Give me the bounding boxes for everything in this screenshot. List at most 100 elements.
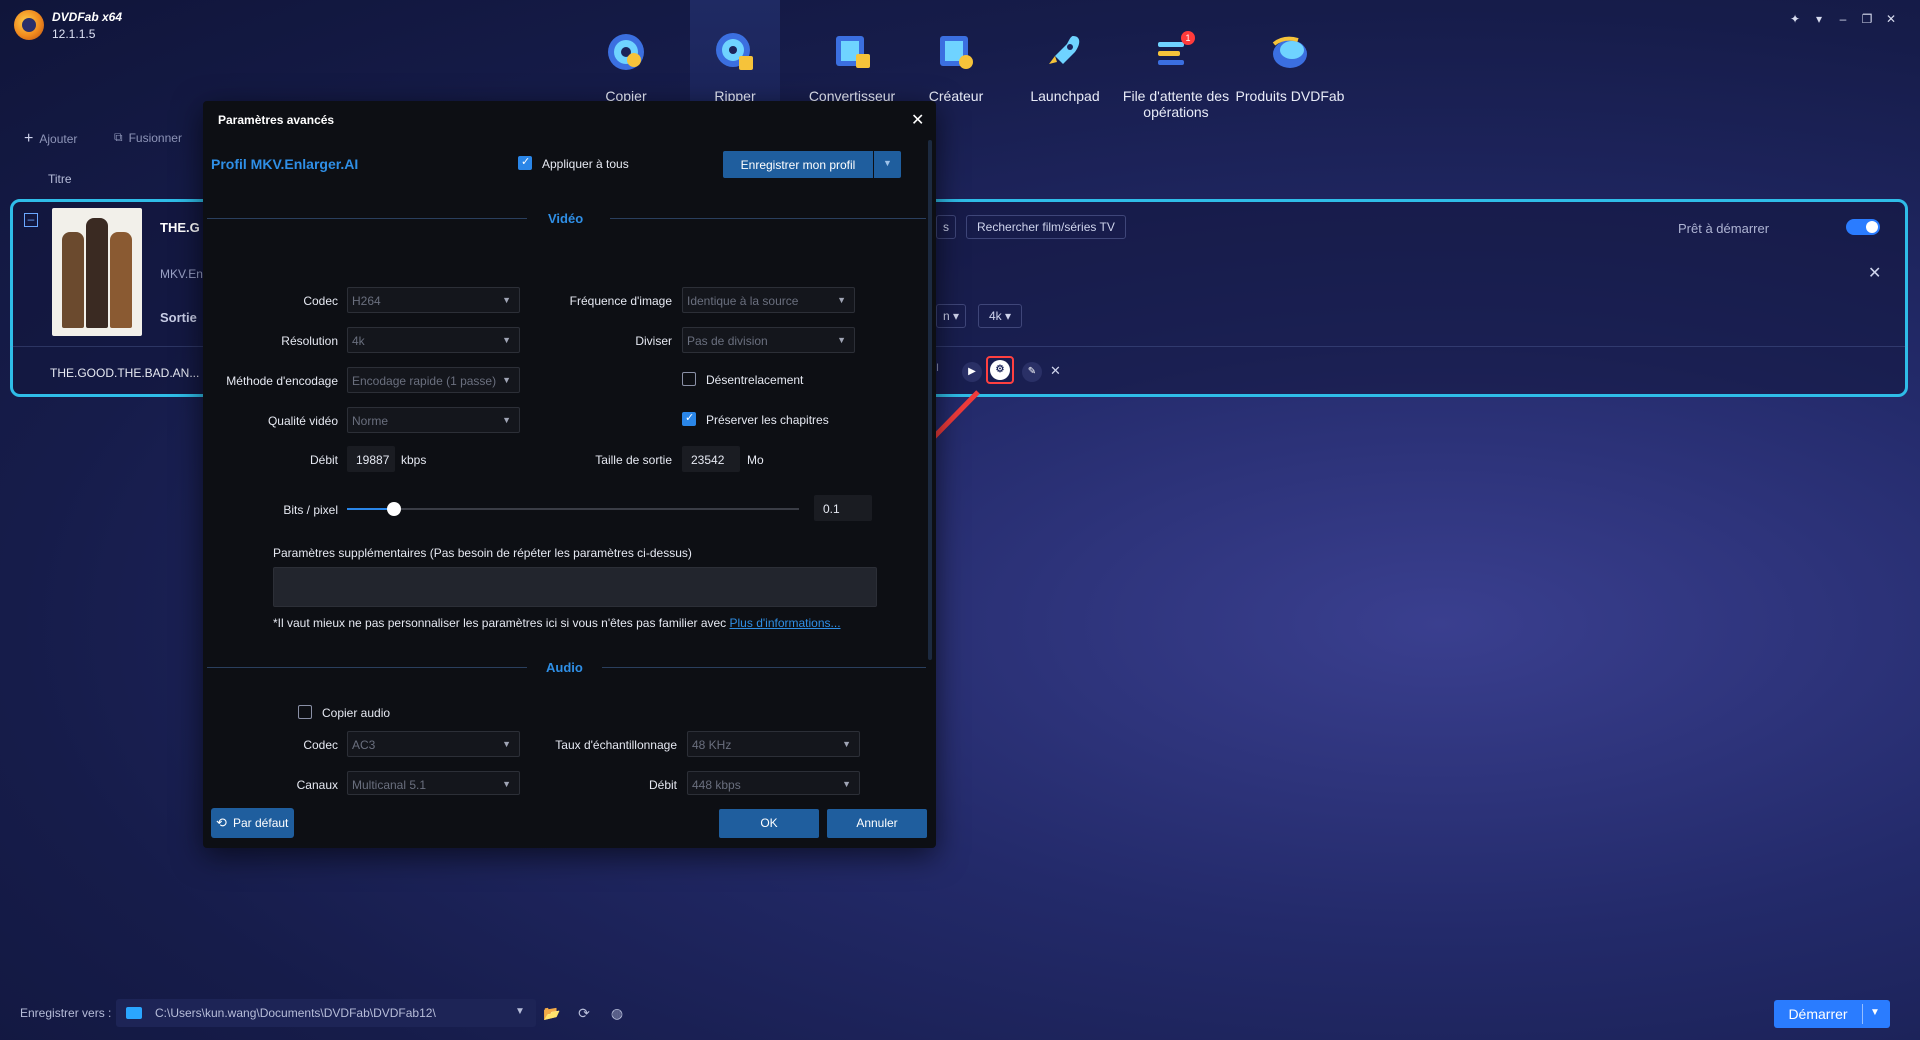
- enable-toggle[interactable]: [1846, 219, 1880, 235]
- preserve-chapters-checkbox[interactable]: [682, 411, 696, 426]
- video-section-title: Vidéo: [548, 211, 584, 226]
- chip-resolution-partial[interactable]: n ▾: [936, 304, 967, 328]
- encoding-method-label: Méthode d'encodage: [226, 374, 338, 388]
- nav-createur[interactable]: Créateur: [912, 0, 1000, 112]
- default-button[interactable]: ⟲ Par défaut: [211, 808, 294, 838]
- copy-audio-label: Copier audio: [322, 706, 391, 720]
- bitrate-label: Débit: [309, 453, 338, 467]
- save-profile-button[interactable]: Enregistrer mon profil ▼: [723, 151, 901, 178]
- chevron-down-icon[interactable]: ▼: [515, 1006, 525, 1017]
- refresh-icon[interactable]: ⟳: [575, 1004, 593, 1022]
- task-profile: MKV.En: [160, 267, 203, 281]
- deinterlace-checkbox[interactable]: [682, 372, 696, 386]
- nav-label: File d'attente des opérations: [1122, 88, 1230, 120]
- open-folder-icon[interactable]: 📂: [543, 1004, 561, 1022]
- nav-launchpad[interactable]: Launchpad: [1020, 0, 1110, 112]
- chevron-down-icon: ▼: [837, 335, 846, 345]
- split-label: Diviser: [635, 334, 672, 348]
- video-codec-select[interactable]: H264 ▼: [347, 287, 520, 313]
- bitrate-input[interactable]: 19887: [347, 446, 395, 472]
- chip-partial[interactable]: s: [936, 215, 956, 239]
- audio-section-title: Audio: [546, 660, 583, 675]
- chevron-down-icon[interactable]: ▼: [883, 158, 892, 168]
- output-size-label: Taille de sortie: [595, 453, 672, 467]
- video-codec-label: Codec: [303, 294, 338, 308]
- nav-copier[interactable]: Copier: [582, 0, 670, 112]
- chevron-down-icon: ▼: [502, 739, 511, 749]
- nav-label: Launchpad: [1030, 88, 1100, 104]
- search-movie-button[interactable]: Rechercher film/séries TV: [966, 215, 1126, 239]
- task-file-name: THE.GOOD.THE.BAD.AN...: [50, 366, 200, 380]
- save-to-label: Enregistrer vers :: [20, 1006, 112, 1020]
- chevron-down-icon: ▼: [502, 415, 511, 425]
- ok-button[interactable]: OK: [719, 809, 819, 838]
- fps-select[interactable]: Identique à la source ▼: [682, 287, 855, 313]
- video-quality-select[interactable]: Norme ▼: [347, 407, 520, 433]
- bits-per-pixel-input[interactable]: 0.1: [814, 495, 872, 521]
- chevron-down-icon[interactable]: ▼: [1870, 1007, 1880, 1018]
- copy-audio-checkbox[interactable]: [298, 705, 312, 719]
- chevron-down-icon: ▼: [842, 739, 851, 749]
- film-create-icon: [940, 36, 973, 69]
- merge-button[interactable]: ⧉ Fusionner: [114, 130, 182, 145]
- nav-products[interactable]: Produits DVDFab: [1232, 0, 1348, 112]
- output-size-input[interactable]: 23542: [682, 446, 740, 472]
- chevron-down-icon: ▼: [502, 335, 511, 345]
- start-button[interactable]: Démarrer ▼: [1774, 1000, 1890, 1028]
- resolution-select[interactable]: 4k ▼: [347, 327, 520, 353]
- queue-icon: 1: [1158, 31, 1195, 65]
- remove-task-icon[interactable]: ✕: [1868, 263, 1881, 283]
- bits-per-pixel-slider[interactable]: [347, 508, 799, 510]
- edit-icon[interactable]: ✎: [1022, 362, 1042, 382]
- video-quality-label: Qualité vidéo: [267, 414, 338, 428]
- extra-params-label: Paramètres supplémentaires (Pas besoin d…: [273, 546, 692, 560]
- slider-handle[interactable]: [387, 502, 401, 516]
- encoding-method-select[interactable]: Encodage rapide (1 passe) ▼: [347, 367, 520, 393]
- extra-params-input[interactable]: [273, 567, 877, 607]
- globe-icon[interactable]: ◍: [608, 1004, 626, 1022]
- queue-badge: 1: [1185, 33, 1190, 43]
- close-icon[interactable]: ✕: [911, 110, 924, 130]
- resolution-label: Résolution: [281, 334, 338, 348]
- cancel-button[interactable]: Annuler: [827, 809, 927, 838]
- nav-ripper[interactable]: Ripper: [690, 0, 780, 112]
- nav-convertisseur[interactable]: Convertisseur: [800, 0, 904, 112]
- chevron-down-icon: ▼: [502, 295, 511, 305]
- advice-note: *Il vaut mieux ne pas personnaliser les …: [273, 616, 841, 630]
- nav-queue[interactable]: 1 File d'attente des opérations: [1118, 0, 1234, 120]
- chevron-down-icon: ▼: [842, 779, 851, 789]
- column-title: Titre: [48, 172, 72, 186]
- channels-select[interactable]: Multicanal 5.1 ▼: [347, 771, 520, 795]
- delete-icon[interactable]: ✕: [1050, 363, 1061, 379]
- apply-all-checkbox[interactable]: [518, 155, 532, 170]
- disc-rip-icon: [716, 33, 753, 70]
- audio-codec-select[interactable]: AC3 ▼: [347, 731, 520, 757]
- deinterlace-label: Désentrelacement: [706, 373, 804, 387]
- disc-copy-icon: [608, 34, 644, 70]
- chip-4k[interactable]: 4k ▾: [978, 304, 1023, 328]
- output-path: C:\Users\kun.wang\Documents\DVDFab\DVDFa…: [155, 1006, 436, 1020]
- apply-all-label: Appliquer à tous: [542, 157, 629, 171]
- split-select[interactable]: Pas de division ▼: [682, 327, 855, 353]
- chevron-down-icon: ▼: [502, 375, 511, 385]
- add-button[interactable]: + Ajouter: [24, 130, 77, 148]
- status-text: Prêt à démarrer: [1678, 221, 1770, 236]
- advanced-settings-icon[interactable]: ⚙: [990, 360, 1010, 380]
- bitrate-unit: kbps: [401, 453, 427, 467]
- channels-label: Canaux: [296, 778, 338, 792]
- sample-rate-select[interactable]: 48 KHz ▼: [687, 731, 860, 757]
- collapse-icon[interactable]: –: [24, 213, 38, 227]
- film-convert-icon: [836, 36, 870, 68]
- audio-bitrate-select[interactable]: 448 kbps ▼: [687, 771, 860, 795]
- output-label: Sortie: [160, 310, 197, 325]
- chevron-down-icon: ▼: [837, 295, 846, 305]
- chevron-down-icon: ▼: [502, 779, 511, 789]
- nav-label: Produits DVDFab: [1235, 88, 1345, 104]
- play-icon[interactable]: ▶: [962, 362, 982, 382]
- more-info-link[interactable]: Plus d'informations...: [730, 616, 841, 630]
- audio-bitrate-label: Débit: [648, 778, 677, 792]
- dialog-scrollbar[interactable]: [928, 140, 932, 660]
- movie-poster: [52, 208, 142, 336]
- sample-rate-label: Taux d'échantillonnage: [555, 738, 677, 752]
- products-icon: [1272, 36, 1307, 68]
